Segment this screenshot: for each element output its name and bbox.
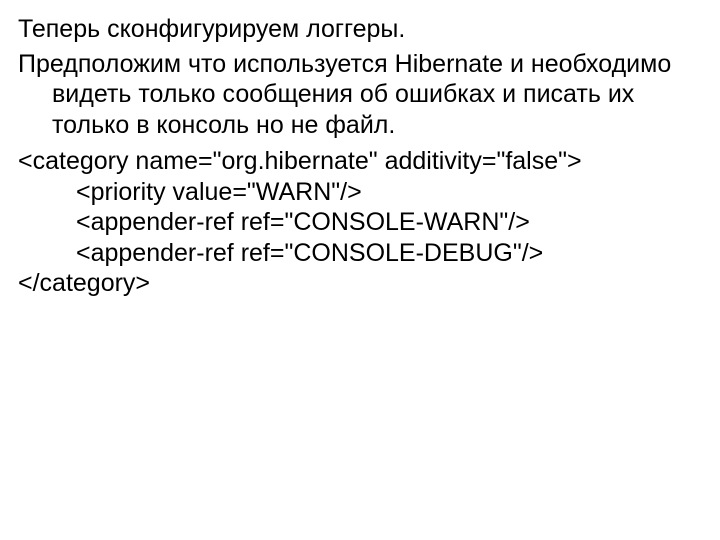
paragraph-intro: Теперь сконфигурируем логгеры. xyxy=(18,14,702,45)
code-line-appender-warn: <appender-ref ref="CONSOLE-WARN"/> xyxy=(18,207,702,238)
code-line-category-close: </category> xyxy=(18,268,702,299)
code-line-category-open: <category name="org.hibernate" additivit… xyxy=(18,146,702,177)
slide-body: Теперь сконфигурируем логгеры. Предполож… xyxy=(0,0,720,540)
code-line-priority: <priority value="WARN"/> xyxy=(18,177,702,208)
paragraph-scenario: Предположим что используется Hibernate и… xyxy=(18,49,702,141)
code-line-appender-debug: <appender-ref ref="CONSOLE-DEBUG"/> xyxy=(18,238,702,269)
xml-config-block: <category name="org.hibernate" additivit… xyxy=(18,146,702,299)
